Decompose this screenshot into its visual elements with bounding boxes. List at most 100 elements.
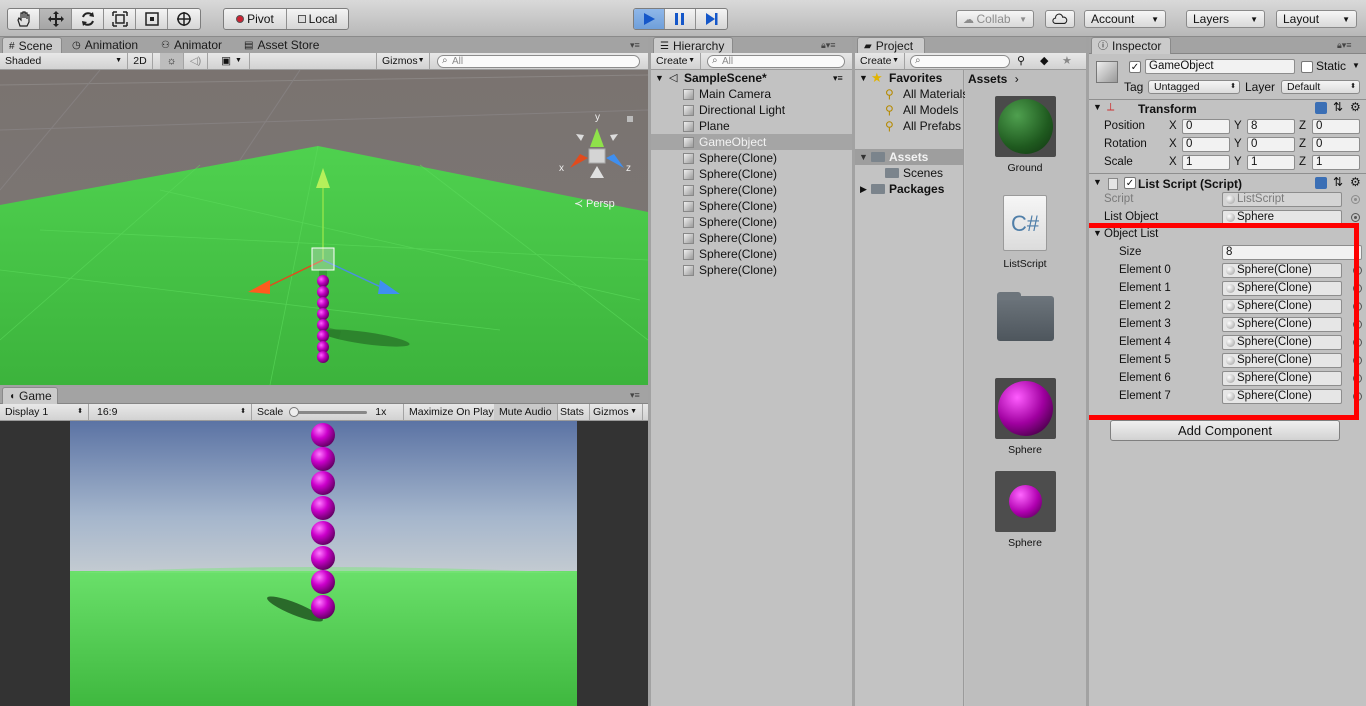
- static-checkbox[interactable]: [1301, 61, 1313, 73]
- pivot-button[interactable]: Pivot: [224, 9, 287, 29]
- rotation-y-field[interactable]: 0: [1247, 137, 1295, 152]
- mute-audio-toggle[interactable]: Mute Audio: [494, 404, 558, 420]
- asset-sphere-material[interactable]: Sphere: [965, 378, 1086, 468]
- rotation-y-label[interactable]: Y: [1234, 136, 1242, 153]
- display-dropdown[interactable]: Display 1 ⬍: [0, 404, 89, 420]
- hierarchy-item[interactable]: Directional Light: [651, 102, 852, 118]
- asset-ground[interactable]: Ground: [965, 96, 1086, 186]
- tab-animation[interactable]: ◷ Animation: [66, 37, 144, 54]
- scale-y-field[interactable]: 1: [1247, 155, 1295, 170]
- tab-hierarchy[interactable]: ☰ Hierarchy: [653, 37, 733, 54]
- gear-icon[interactable]: ⚙: [1350, 175, 1361, 189]
- packages-row[interactable]: ▶ Packages: [855, 181, 963, 197]
- rotation-z-field[interactable]: 0: [1312, 137, 1360, 152]
- gear-icon[interactable]: ⚙: [1350, 100, 1361, 114]
- asset-listscript[interactable]: C# ListScript: [965, 192, 1086, 282]
- element-field[interactable]: Sphere(Clone): [1222, 335, 1342, 350]
- project-search-input[interactable]: [910, 55, 1010, 68]
- scale-tool-button[interactable]: [104, 9, 136, 29]
- rotation-x-field[interactable]: 0: [1182, 137, 1230, 152]
- hierarchy-item[interactable]: Sphere(Clone): [651, 230, 852, 246]
- game-gizmos-dropdown[interactable]: Gizmos ▼: [588, 404, 643, 420]
- pause-button[interactable]: [665, 9, 696, 29]
- scale-y-label[interactable]: Y: [1234, 154, 1242, 171]
- hierarchy-item[interactable]: Sphere(Clone): [651, 246, 852, 262]
- preset-icon[interactable]: ⇅: [1333, 100, 1343, 114]
- maximize-on-play-toggle[interactable]: Maximize On Play: [404, 404, 500, 420]
- tab-inspector[interactable]: ⓘ Inspector: [1091, 37, 1171, 54]
- transform-header[interactable]: ▼ ⟂ Transform ⇅ ⚙: [1089, 100, 1366, 118]
- position-x-label[interactable]: X: [1169, 118, 1177, 135]
- gizmo-lock-icon[interactable]: [627, 116, 633, 122]
- play-button[interactable]: [634, 9, 665, 29]
- element-field[interactable]: Sphere(Clone): [1222, 263, 1342, 278]
- scene-viewport[interactable]: y x z ≺ Persp: [0, 70, 648, 385]
- layout-dropdown[interactable]: Layout ▼: [1276, 10, 1357, 28]
- persp-label[interactable]: Persp: [586, 198, 615, 210]
- element-field[interactable]: Sphere(Clone): [1222, 299, 1342, 314]
- object-picker-icon[interactable]: [1353, 338, 1362, 347]
- object-name-field[interactable]: GameObject: [1145, 59, 1295, 74]
- scene-root-row[interactable]: ▼ ◁ SampleScene* ▾≡: [651, 70, 852, 86]
- add-component-button[interactable]: Add Component: [1110, 420, 1340, 441]
- move-tool-button[interactable]: [40, 9, 72, 29]
- layer-dropdown[interactable]: Default ⬍: [1281, 80, 1360, 94]
- shading-mode-dropdown[interactable]: Shaded ▼: [0, 53, 128, 69]
- rotation-z-label[interactable]: Z: [1299, 136, 1306, 153]
- favorites-row[interactable]: ▼ ★ Favorites: [855, 70, 963, 86]
- local-button[interactable]: Local: [287, 9, 348, 29]
- hierarchy-item[interactable]: Main Camera: [651, 86, 852, 102]
- element-field[interactable]: Sphere(Clone): [1222, 281, 1342, 296]
- hierarchy-item[interactable]: Sphere(Clone): [651, 182, 852, 198]
- tab-game[interactable]: ◖ Game: [2, 387, 58, 404]
- hierarchy-search-input[interactable]: All: [707, 55, 845, 68]
- hierarchy-item[interactable]: Sphere(Clone): [651, 198, 852, 214]
- tab-animator[interactable]: ⚇ Animator: [155, 37, 228, 54]
- hierarchy-item[interactable]: Sphere(Clone): [651, 214, 852, 230]
- panel-menu-icon[interactable]: ▾≡: [630, 40, 640, 51]
- center-handle[interactable]: [311, 247, 335, 271]
- object-picker-icon[interactable]: [1351, 213, 1360, 222]
- scenes-folder-row[interactable]: Scenes: [855, 165, 963, 181]
- rotate-tool-button[interactable]: [72, 9, 104, 29]
- scene-gizmos-dropdown[interactable]: Gizmos ▼: [376, 53, 430, 69]
- position-y-field[interactable]: 8: [1247, 119, 1295, 134]
- asset-scenes-folder[interactable]: Scenes: [965, 290, 1086, 396]
- favorite-item[interactable]: ⚲ All Models: [855, 102, 963, 118]
- hierarchy-item[interactable]: GameObject: [651, 134, 852, 150]
- object-picker-icon[interactable]: [1353, 392, 1362, 401]
- favorite-item[interactable]: ⚲ All Prefabs: [855, 118, 963, 134]
- element-field[interactable]: Sphere(Clone): [1222, 353, 1342, 368]
- lighting-toggle[interactable]: ☼: [160, 53, 184, 69]
- hierarchy-item[interactable]: Sphere(Clone): [651, 262, 852, 278]
- tab-scene[interactable]: # Scene: [2, 37, 62, 54]
- effects-dropdown[interactable]: ▣ ▼: [214, 53, 250, 69]
- object-picker-icon[interactable]: [1353, 302, 1362, 311]
- help-book-icon[interactable]: [1315, 177, 1327, 189]
- transform-tool-button[interactable]: [168, 9, 200, 29]
- hand-tool-button[interactable]: [8, 9, 40, 29]
- step-button[interactable]: [696, 9, 727, 29]
- favorite-item[interactable]: ⚲ All Materials: [855, 86, 968, 102]
- asset-sphere-prefab[interactable]: Sphere: [965, 471, 1086, 561]
- hierarchy-item[interactable]: Plane: [651, 118, 852, 134]
- object-picker-icon[interactable]: [1353, 320, 1362, 329]
- rotation-x-label[interactable]: X: [1169, 136, 1177, 153]
- panel-menu-icon[interactable]: ▾≡: [630, 390, 640, 401]
- filter-type-icon[interactable]: ⚲: [1017, 54, 1025, 67]
- rect-tool-button[interactable]: [136, 9, 168, 29]
- scale-slider-thumb[interactable]: [289, 406, 300, 417]
- scene-search-input[interactable]: All: [437, 55, 640, 68]
- scale-z-field[interactable]: 1: [1312, 155, 1360, 170]
- breadcrumb-assets[interactable]: Assets: [968, 72, 1007, 86]
- 2d-toggle[interactable]: 2D: [128, 53, 153, 69]
- expand-arrow-icon[interactable]: ▼: [1093, 228, 1102, 238]
- filter-label-icon[interactable]: ◆: [1040, 54, 1048, 67]
- scale-z-label[interactable]: Z: [1299, 154, 1306, 171]
- lock-icon[interactable]: 🔒︎▾≡: [1337, 40, 1352, 51]
- game-view[interactable]: [70, 421, 577, 706]
- lock-icon[interactable]: 🔒︎▾≡: [821, 40, 836, 51]
- script-enabled-checkbox[interactable]: ✓: [1124, 177, 1136, 189]
- element-field[interactable]: Sphere(Clone): [1222, 371, 1342, 386]
- chevron-down-icon[interactable]: ▼: [1352, 61, 1360, 70]
